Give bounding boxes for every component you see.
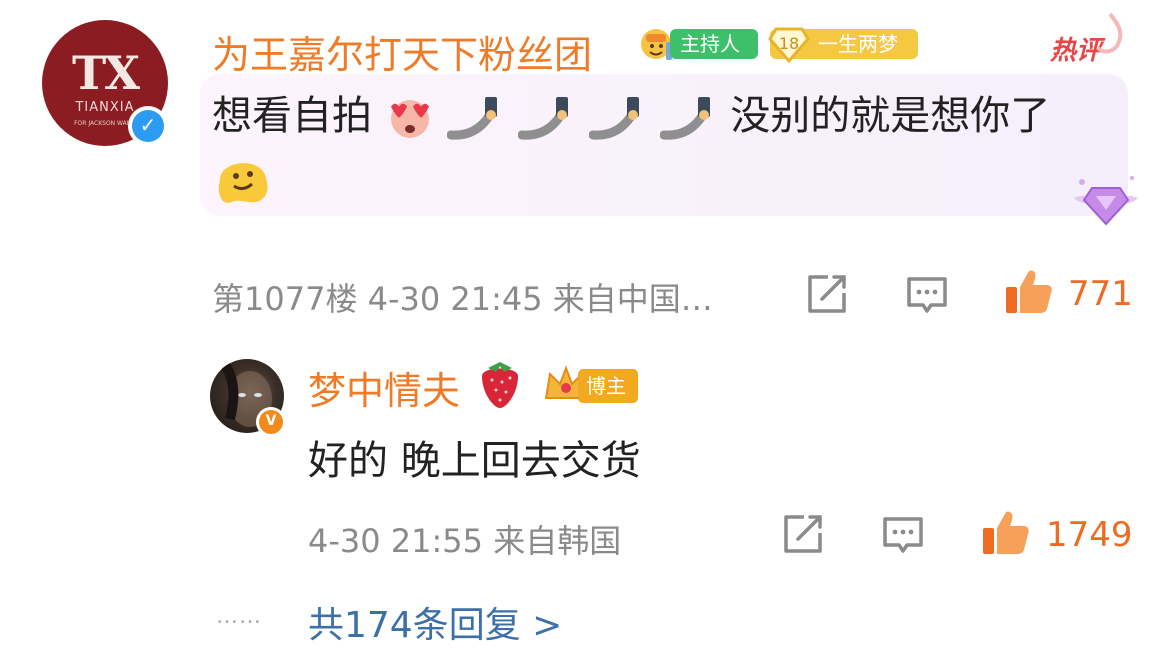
hot-flame-icon xyxy=(1096,12,1123,54)
melting-face-emoji-icon xyxy=(218,163,268,203)
selfie-arm-emoji-icon xyxy=(588,97,639,140)
comment-icon[interactable] xyxy=(905,273,949,317)
comment-text-start: 想看自拍 xyxy=(212,93,372,139)
reply-verified-badge-icon: V xyxy=(256,407,286,437)
host-badge: 主持人 xyxy=(670,29,758,59)
selfie-arm-emoji-icon xyxy=(518,97,569,140)
reply-like-count: 1749 xyxy=(1046,515,1133,555)
blogger-badge: 博主 xyxy=(578,369,638,403)
reply-text: 好的 晚上回去交货 xyxy=(308,438,641,484)
more-replies-dots: …… xyxy=(216,604,262,629)
like-count: 771 xyxy=(1068,274,1133,314)
avatar-logo-text: TX xyxy=(72,46,140,100)
comment-meta: 第1077楼 4-30 21:45 来自中国… xyxy=(212,280,713,318)
fan-level-number: 18 xyxy=(779,34,799,53)
reply-comment-icon[interactable] xyxy=(881,513,925,557)
verified-badge-icon: ✓ xyxy=(128,106,168,146)
like-thumb-icon[interactable] xyxy=(1003,267,1053,317)
selfie-arm-emoji-icon xyxy=(659,97,710,140)
comment-text: 想看自拍 没别的就是想你了 xyxy=(212,90,1050,142)
more-replies-link[interactable]: 共174条回复 > xyxy=(308,596,562,648)
heart-eyes-emoji-icon xyxy=(390,100,429,138)
diamond-wings-icon xyxy=(1074,176,1138,226)
share-icon[interactable] xyxy=(804,273,848,317)
comment-text-end: 没别的就是想你了 xyxy=(730,93,1051,139)
reply-like-thumb-icon[interactable] xyxy=(980,508,1030,558)
reply-share-icon[interactable] xyxy=(780,513,824,557)
selfie-arm-emoji-icon xyxy=(447,97,498,140)
strawberry-icon xyxy=(482,362,518,408)
fan-level-icon: 18 xyxy=(768,27,810,63)
reply-meta: 4-30 21:55 来自韩国 xyxy=(308,522,622,560)
username[interactable]: 为王嘉尔打天下粉丝团 xyxy=(212,24,592,79)
reply-username[interactable]: 梦中情夫 xyxy=(308,360,460,415)
